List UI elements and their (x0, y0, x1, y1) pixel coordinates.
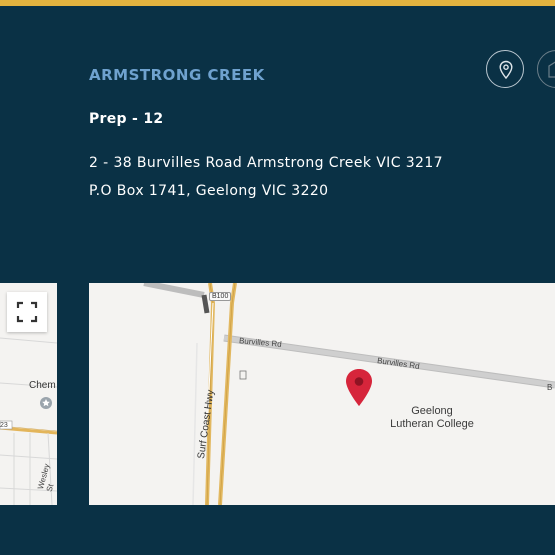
map-right[interactable]: B100 Burvilles Rd Burvilles Rd B Surf Co… (89, 283, 555, 505)
route-badge-23: 23 (0, 422, 8, 429)
top-accent-bar (0, 0, 555, 6)
map-left[interactable]: Chem 23 Wesley St (0, 283, 57, 505)
campus-name: ARMSTRONG CREEK (89, 66, 265, 84)
place-label-line-1: Geelong (411, 405, 453, 417)
place-label-school: Geelong Lutheran College (382, 405, 482, 431)
fullscreen-icon (16, 301, 38, 323)
map-label-chem: Chem (29, 380, 56, 391)
place-label-line-2: Lutheran College (390, 418, 474, 430)
mail-icon (548, 61, 555, 78)
email-button[interactable] (537, 50, 555, 88)
campus-years: Prep - 12 (89, 111, 164, 127)
location-marker-icon (346, 369, 372, 406)
location-button[interactable] (486, 50, 524, 88)
route-badge-edge: B (547, 383, 553, 392)
map-pin-icon (499, 60, 513, 80)
address-line-1: 2 - 38 Burvilles Road Armstrong Creek VI… (89, 155, 443, 171)
route-badge-b100: B100 (209, 292, 232, 301)
bus-stop-icon (239, 370, 247, 380)
fullscreen-button[interactable] (7, 292, 47, 332)
address-line-2: P.O Box 1741, Geelong VIC 3220 (89, 183, 329, 199)
